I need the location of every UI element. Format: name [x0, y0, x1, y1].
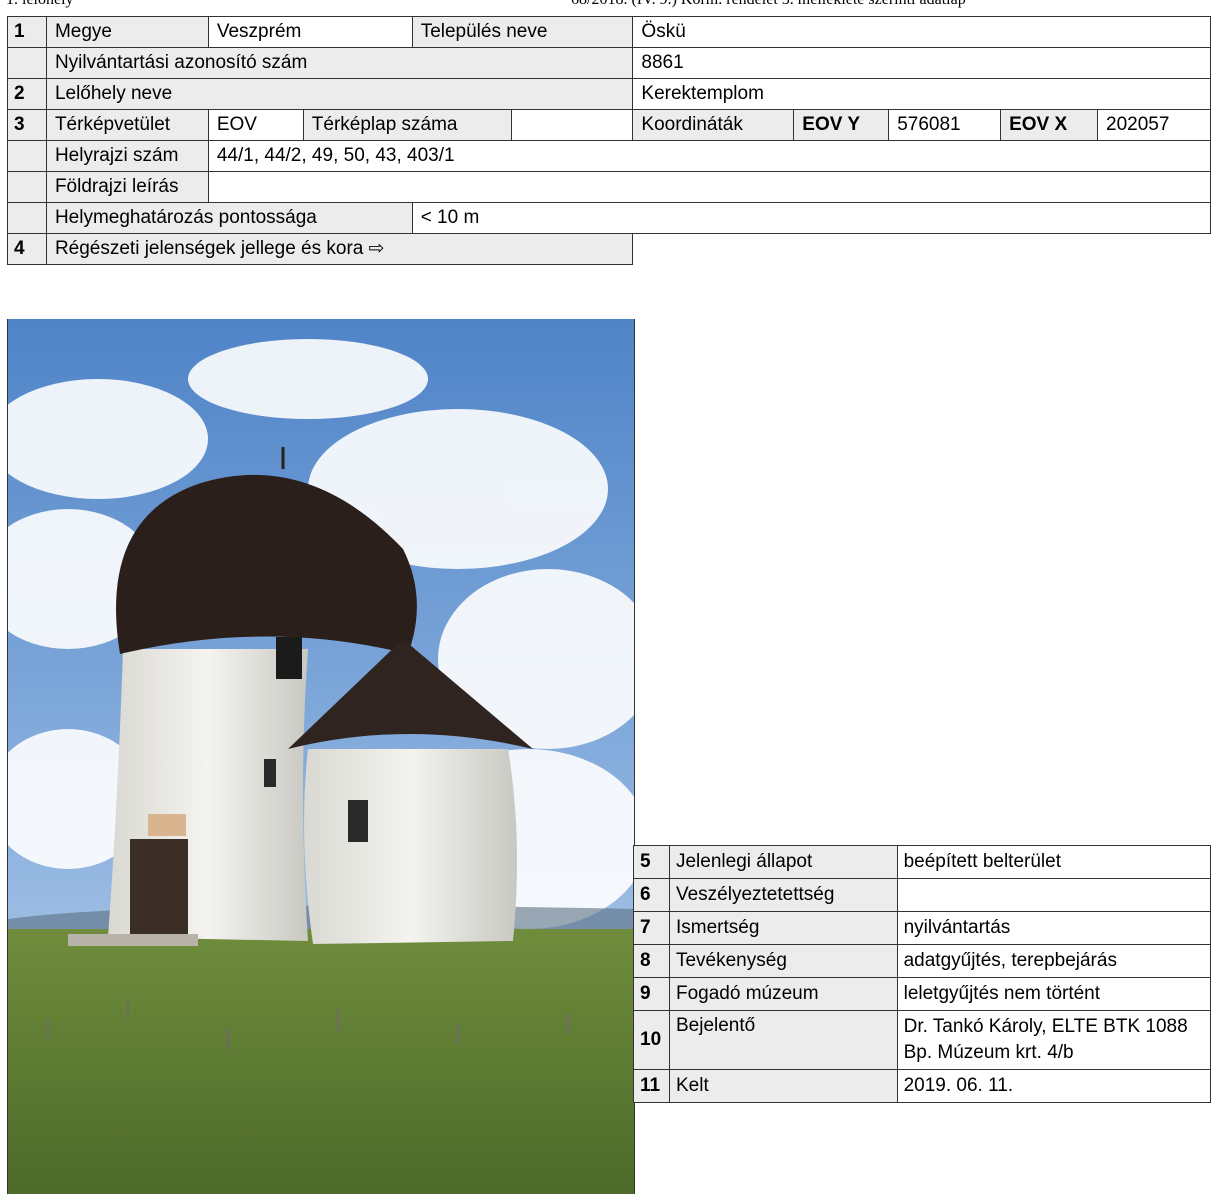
bejelento-label: Bejelentő — [668, 1010, 898, 1070]
row-pontossag: Helymeghatározás pontossága < 10 m — [7, 202, 1211, 234]
row-bejelento: 10 Bejelentő Dr. Tankó Károly, ELTE BTK … — [633, 1010, 1211, 1070]
row-number-empty — [7, 171, 47, 203]
row-number: 3 — [7, 109, 47, 141]
eov-x-value: 202057 — [1097, 109, 1211, 141]
page-header: 1. lelőhely 68/2018. (IV. 9.) Korm. rend… — [6, 0, 1211, 9]
telepules-label: Település neve — [411, 16, 634, 48]
row-number: 11 — [633, 1069, 670, 1103]
row-terkep: 3 Térképvetület EOV Térképlap száma Koor… — [7, 109, 1211, 141]
nyilvantartasi-value: 8861 — [632, 47, 1211, 79]
allapot-label: Jelenlegi állapot — [668, 845, 898, 879]
foldrajzi-label: Földrajzi leírás — [45, 171, 209, 203]
kelt-label: Kelt — [668, 1069, 898, 1103]
site-photo — [7, 319, 635, 1194]
row-number: 8 — [633, 944, 670, 978]
row-foldrajzi: Földrajzi leírás — [7, 171, 1211, 203]
row-number-empty — [7, 202, 47, 234]
helyrajzi-label: Helyrajzi szám — [45, 140, 209, 172]
header-right: 68/2018. (IV. 9.) Korm. rendelet 5. mell… — [571, 0, 966, 9]
allapot-value: beépített belterület — [896, 845, 1211, 879]
row-tevekenyseg: 8 Tevékenység adatgyűjtés, terepbejárás — [633, 944, 1211, 978]
eov-y-value: 576081 — [888, 109, 1002, 141]
row-number: 9 — [633, 977, 670, 1011]
nyilvantartasi-label: Nyilvántartási azonosító szám — [45, 47, 634, 79]
row-number-empty — [7, 140, 47, 172]
row-number: 5 — [633, 845, 670, 879]
bejelento-value: Dr. Tankó Károly, ELTE BTK 1088 Bp. Múze… — [896, 1010, 1211, 1070]
ismertseg-value: nyilvántartás — [896, 911, 1211, 945]
megye-value: Veszprém — [207, 16, 413, 48]
regeszeti-label: Régészeti jelenségek jellege és kora ⇨ — [45, 233, 634, 265]
row-megye: 1 Megye Veszprém Település neve Öskü — [7, 16, 1211, 48]
row-number-empty — [7, 47, 47, 79]
lower-data-table-wrap: 5 Jelenlegi állapot beépített belterület… — [633, 845, 1211, 1103]
kelt-value: 2019. 06. 11. — [896, 1069, 1211, 1103]
lelohely-label: Lelőhely neve — [45, 78, 634, 110]
muzeum-value: leletgyűjtés nem történt — [896, 977, 1211, 1011]
row-ismertseg: 7 Ismertség nyilvántartás — [633, 911, 1211, 945]
row-allapot: 5 Jelenlegi állapot beépített belterület — [633, 845, 1211, 879]
terkeplap-label: Térképlap száma — [302, 109, 512, 141]
row-veszelyeztetettseg: 6 Veszélyeztetettség — [633, 878, 1211, 912]
eov-y-label: EOV Y — [793, 109, 890, 141]
helyrajzi-value: 44/1, 44/2, 49, 50, 43, 403/1 — [207, 140, 1211, 172]
eov-x-label: EOV X — [1000, 109, 1099, 141]
row-kelt: 11 Kelt 2019. 06. 11. — [633, 1069, 1211, 1103]
row-number: 10 — [633, 1010, 670, 1070]
lower-data-table: 5 Jelenlegi állapot beépített belterület… — [633, 845, 1211, 1103]
pontossag-label: Helymeghatározás pontossága — [45, 202, 413, 234]
header-left: 1. lelőhely — [6, 0, 74, 9]
round-church-image — [8, 319, 634, 1194]
terkepvetulet-label: Térképvetület — [45, 109, 209, 141]
site-data-table: 1 Megye Veszprém Település neve Öskü Nyi… — [7, 16, 1211, 265]
lelohely-value: Kerektemplom — [632, 78, 1211, 110]
row-muzeum: 9 Fogadó múzeum leletgyűjtés nem történt — [633, 977, 1211, 1011]
megye-label: Megye — [45, 16, 209, 48]
form-sheet: 1 Megye Veszprém Település neve Öskü Nyi… — [7, 16, 1211, 265]
telepules-value: Öskü — [632, 16, 1211, 48]
row-nyilvantartasi: Nyilvántartási azonosító szám 8861 — [7, 47, 1211, 79]
koordinatak-label: Koordináták — [632, 109, 795, 141]
row-number: 4 — [7, 233, 47, 265]
veszelyeztetettseg-value — [896, 878, 1211, 912]
terkepvetulet-value: EOV — [207, 109, 304, 141]
muzeum-label: Fogadó múzeum — [668, 977, 898, 1011]
foldrajzi-value — [207, 171, 1211, 203]
row-lelohely: 2 Lelőhely neve Kerektemplom — [7, 78, 1211, 110]
tevekenyseg-label: Tevékenység — [668, 944, 898, 978]
tevekenyseg-value: adatgyűjtés, terepbejárás — [896, 944, 1211, 978]
row-helyrajzi: Helyrajzi szám 44/1, 44/2, 49, 50, 43, 4… — [7, 140, 1211, 172]
row-number: 6 — [633, 878, 670, 912]
row-number: 2 — [7, 78, 47, 110]
row-regeszeti: 4 Régészeti jelenségek jellege és kora ⇨ — [7, 233, 1211, 265]
ismertseg-label: Ismertség — [668, 911, 898, 945]
row-number: 1 — [7, 16, 47, 48]
regeszeti-empty — [633, 234, 1211, 265]
pontossag-value: < 10 m — [411, 202, 1211, 234]
veszelyeztetettseg-label: Veszélyeztetettség — [668, 878, 898, 912]
row-number: 7 — [633, 911, 670, 945]
terkeplap-value — [510, 109, 634, 141]
